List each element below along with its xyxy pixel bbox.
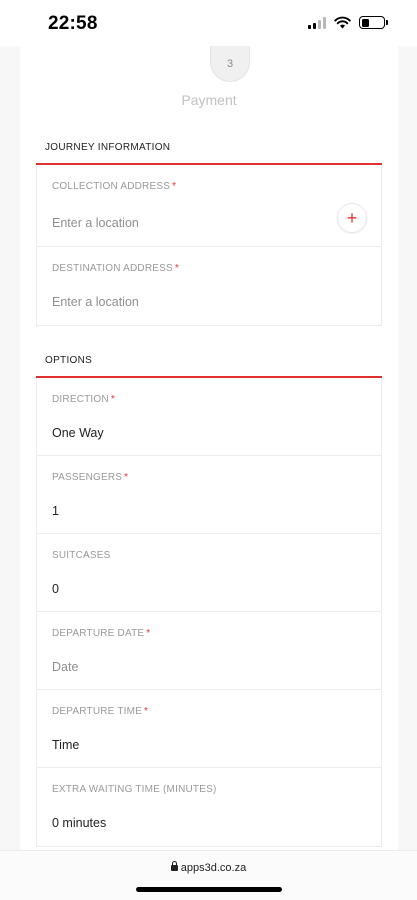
departure-date-label: DEPARTURE DATE *	[52, 628, 151, 639]
status-time: 22:58	[48, 13, 98, 34]
home-indicator[interactable]	[136, 887, 282, 892]
direction-select[interactable]: One Way	[52, 426, 104, 440]
options-section-title: OPTIONS	[45, 355, 93, 366]
departure-date-field[interactable]: DEPARTURE DATE * Date	[37, 612, 381, 690]
direction-label: DIRECTION *	[52, 394, 115, 405]
destination-address-input[interactable]: Enter a location	[52, 295, 139, 309]
extra-waiting-time-field[interactable]: EXTRA WAITING TIME (MINUTES) 0 minutes	[37, 768, 381, 846]
options-card: DIRECTION * One Way PASSENGERS * 1 SUITCAS…	[36, 378, 382, 847]
status-bar: 22:58	[0, 0, 417, 46]
url-display[interactable]: apps3d.co.za	[0, 861, 417, 874]
direction-field[interactable]: DIRECTION * One Way	[37, 378, 381, 456]
wifi-icon	[334, 16, 351, 29]
step-indicator[interactable]: 3	[210, 46, 250, 82]
suitcases-label: SUITCASES	[52, 550, 111, 561]
suitcases-field[interactable]: SUITCASES 0	[37, 534, 381, 612]
status-icons	[308, 16, 388, 29]
destination-address-field[interactable]: DESTINATION ADDRESS * Enter a location	[37, 247, 381, 325]
collection-address-field[interactable]: COLLECTION ADDRESS * Enter a location +	[37, 165, 381, 247]
departure-date-input[interactable]: Date	[52, 660, 78, 674]
signal-icon	[308, 16, 326, 29]
browser-url-bar[interactable]: apps3d.co.za	[0, 850, 417, 900]
journey-card: COLLECTION ADDRESS * Enter a location + D…	[36, 165, 382, 326]
lock-icon	[170, 861, 178, 871]
page: 3 Payment JOURNEY INFORMATION COLLECTION…	[0, 46, 417, 850]
passengers-field[interactable]: PASSENGERS * 1	[37, 456, 381, 534]
collection-address-label: COLLECTION ADDRESS *	[52, 181, 177, 192]
passengers-label: PASSENGERS *	[52, 472, 129, 483]
departure-time-label: DEPARTURE TIME *	[52, 706, 149, 717]
journey-section-title: JOURNEY INFORMATION	[45, 142, 171, 153]
add-stop-button[interactable]: +	[337, 203, 367, 233]
destination-address-label: DESTINATION ADDRESS *	[52, 263, 179, 274]
departure-time-input[interactable]: Time	[52, 738, 79, 752]
extra-waiting-time-input[interactable]: 0 minutes	[52, 816, 106, 830]
booking-form: 3 Payment JOURNEY INFORMATION COLLECTION…	[20, 46, 398, 850]
collection-address-input[interactable]: Enter a location	[52, 216, 139, 230]
departure-time-field[interactable]: DEPARTURE TIME * Time	[37, 690, 381, 768]
step-label: Payment	[181, 92, 237, 108]
url-text: apps3d.co.za	[180, 862, 247, 874]
battery-icon	[359, 16, 388, 29]
suitcases-input[interactable]: 0	[52, 582, 59, 596]
battery-fill	[361, 18, 369, 27]
passengers-input[interactable]: 1	[52, 504, 59, 518]
extra-waiting-time-label: EXTRA WAITING TIME (MINUTES)	[52, 784, 217, 795]
